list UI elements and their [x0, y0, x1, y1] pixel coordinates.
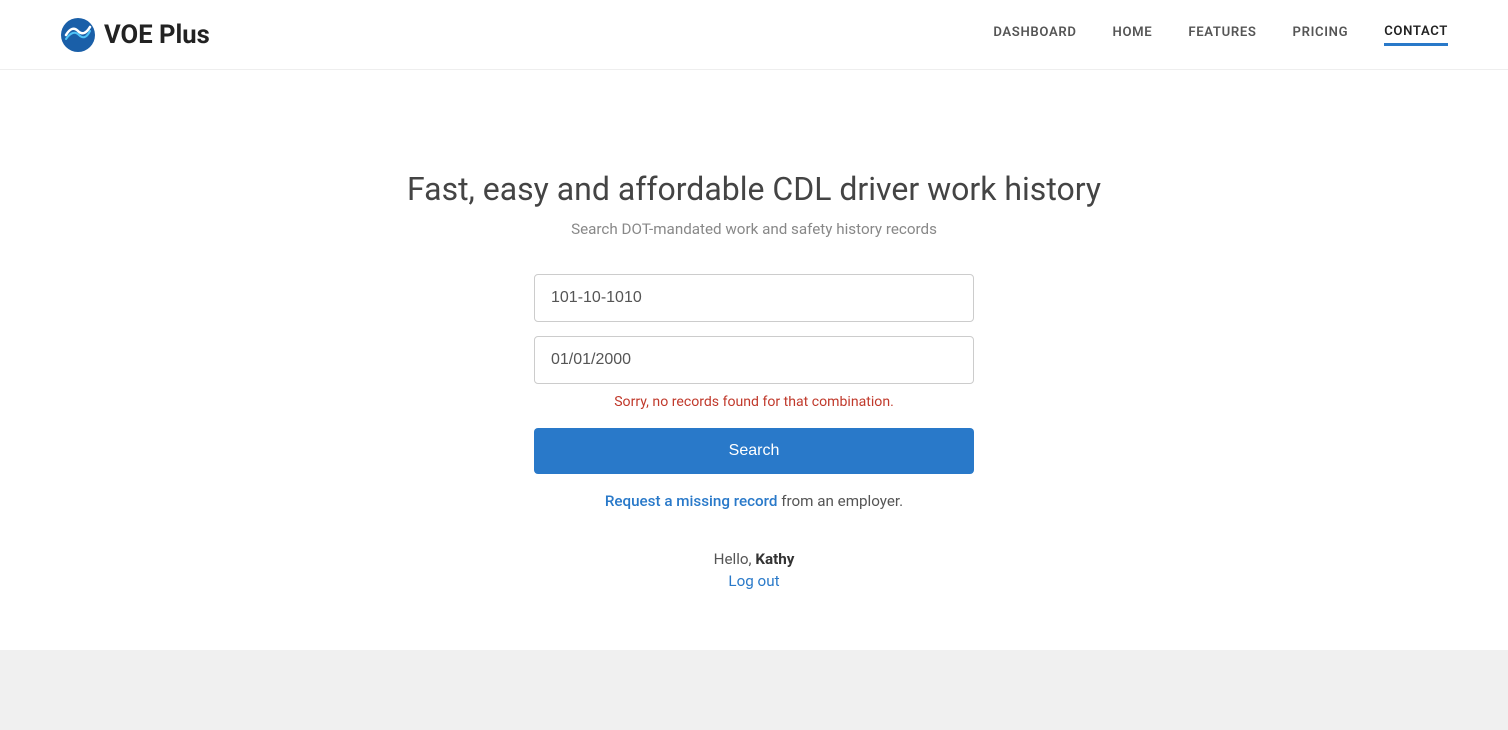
- dob-input[interactable]: [534, 336, 974, 384]
- missing-record-suffix: from an employer.: [777, 492, 903, 510]
- page-footer: [0, 650, 1508, 730]
- user-name: Kathy: [755, 550, 794, 568]
- nav-dashboard[interactable]: DASHBOARD: [993, 25, 1076, 44]
- hero-title: Fast, easy and affordable CDL driver wor…: [407, 170, 1101, 208]
- greeting-text: Hello,: [714, 550, 756, 568]
- main-content: Fast, easy and affordable CDL driver wor…: [0, 70, 1508, 650]
- user-greeting-area: Hello, Kathy: [714, 550, 795, 568]
- logo-link[interactable]: VOE Plus: [60, 17, 210, 53]
- search-button[interactable]: Search: [534, 428, 974, 474]
- error-message: Sorry, no records found for that combina…: [614, 394, 894, 410]
- logo-icon: [60, 17, 96, 53]
- nav-pricing[interactable]: PRICING: [1293, 25, 1349, 44]
- site-header: VOE Plus DASHBOARD HOME FEATURES PRICING…: [0, 0, 1508, 70]
- missing-record-link[interactable]: Request a missing record: [605, 492, 778, 510]
- nav-features[interactable]: FEATURES: [1188, 25, 1256, 44]
- nav-home[interactable]: HOME: [1113, 25, 1153, 44]
- logo-text: VOE Plus: [104, 20, 210, 50]
- ssn-input[interactable]: [534, 274, 974, 322]
- logout-link[interactable]: Log out: [728, 572, 779, 590]
- missing-record-line: Request a missing record from an employe…: [605, 492, 903, 510]
- hero-subtitle: Search DOT-mandated work and safety hist…: [571, 220, 937, 238]
- search-form: Sorry, no records found for that combina…: [534, 274, 974, 510]
- nav-contact[interactable]: CONTACT: [1384, 24, 1448, 46]
- main-nav: DASHBOARD HOME FEATURES PRICING CONTACT: [993, 24, 1448, 46]
